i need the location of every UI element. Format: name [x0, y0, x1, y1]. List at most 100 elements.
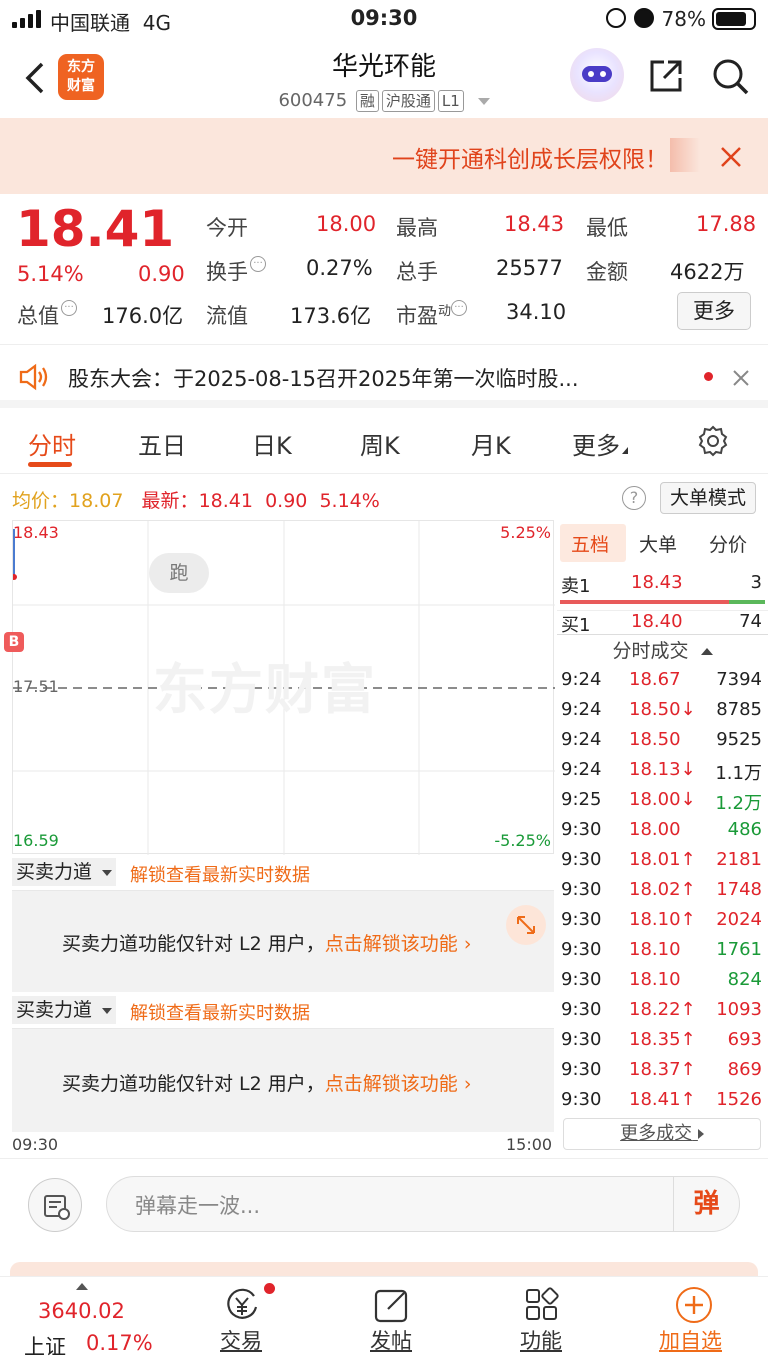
caret-up-icon [700, 648, 713, 655]
y-mid-label: 17.51 [13, 677, 59, 696]
force-unlock-link[interactable]: 解锁查看最新实时数据 [130, 999, 310, 1025]
separator [0, 1158, 768, 1159]
robot-assistant-icon[interactable] [570, 48, 624, 102]
tab-big-orders[interactable]: 大单 [639, 530, 677, 557]
force-dropdown[interactable]: 买卖力道 [12, 858, 117, 886]
pe-label[interactable]: 市盈动 ··· [396, 300, 468, 330]
tick-time: 9:24 [561, 729, 602, 750]
pct-bottom-label: -5.25% [494, 831, 551, 850]
tick-row: 9:24 18.50↓ 8785 [557, 696, 768, 726]
force-lock-box-2[interactable]: 买卖力道功能仅针对 L2 用户，点击解锁该功能 › [12, 1028, 554, 1132]
share-icon[interactable] [646, 56, 686, 96]
tick-price: 18.10 [629, 969, 681, 990]
tick-time: 9:30 [561, 999, 602, 1020]
tab-weekly-k[interactable]: 周K [360, 426, 400, 461]
turnover-label[interactable]: 换手 ··· [206, 256, 266, 286]
tick-price: 18.13↓ [629, 759, 696, 780]
grid-icon [524, 1287, 560, 1323]
tick-row: 9:30 18.22↑ 1093 [557, 996, 768, 1026]
index-widget[interactable]: 3640.02 上证 0.17% [0, 1277, 170, 1366]
tick-volume: 486 [727, 819, 762, 840]
tab-five-day[interactable]: 五日 [138, 426, 186, 461]
battery-icon [712, 8, 756, 30]
tick-volume: 869 [727, 1059, 762, 1080]
notice-text: 股东大会：于2025-08-15召开2025年第一次临时股... [68, 367, 579, 391]
more-button[interactable]: 更多 [677, 292, 751, 330]
run-bubble[interactable]: 跑 [149, 553, 209, 593]
dropdown-icon [477, 97, 490, 105]
tick-volume: 693 [727, 1029, 762, 1050]
tick-time: 9:24 [561, 759, 602, 780]
nav-functions[interactable]: 功能 [500, 1277, 584, 1366]
tick-price: 18.50↓ [629, 699, 696, 720]
mktcap-label[interactable]: 总值 ··· [17, 300, 77, 330]
speaker-icon [18, 363, 50, 391]
float-value: 173.6亿 [290, 304, 372, 328]
nav-add-watchlist[interactable]: 加自选 [650, 1277, 740, 1366]
tick-volume: 9525 [716, 729, 762, 750]
force-lock-box-1[interactable]: 买卖力道功能仅针对 L2 用户，点击解锁该功能 › [12, 890, 554, 992]
tick-time: 9:30 [561, 879, 602, 900]
close-icon[interactable] [732, 369, 750, 387]
ticks-header[interactable]: 分时成交 [557, 634, 768, 666]
force-header-2: 买卖力道 解锁查看最新实时数据 [12, 994, 554, 1028]
nav-add-watchlist-label: 加自选 [659, 1329, 722, 1353]
force-lock-link[interactable]: 点击解锁该功能 › [325, 933, 472, 955]
tick-volume: 1761 [716, 939, 762, 960]
danmaku-send-label: 弹 [693, 1189, 720, 1219]
chg-value: 0.90 [265, 490, 308, 512]
stock-code: 600475 [278, 90, 348, 111]
force-unlock-link[interactable]: 解锁查看最新实时数据 [130, 861, 310, 887]
chart-tabs: 分时 五日 日K 周K 月K 更多 [0, 410, 768, 474]
intraday-chart[interactable]: 东方财富 18.43 17.51 16.59 5.25% -5.25% 跑 [12, 520, 555, 855]
tab-monthly-k[interactable]: 月K [471, 426, 511, 461]
bottom-nav: 3640.02 上证 0.17% 交易 发帖 功能 加自选 [0, 1276, 768, 1366]
float-label: 流值 [206, 304, 248, 328]
volume-value: 25577 [496, 256, 563, 280]
triangle-icon [622, 447, 628, 454]
info-icon: ··· [451, 300, 468, 316]
force-lock-message: 买卖力道功能仅针对 L2 用户，点击解锁该功能 › [62, 1073, 472, 1095]
more-ticks-button[interactable]: 更多成交 [563, 1118, 761, 1150]
settings-icon[interactable] [696, 424, 730, 458]
tick-volume: 1748 [716, 879, 762, 900]
lock-rotation-icon [606, 8, 626, 28]
promo-banner[interactable]: 一键开通科创成长层权限！ [0, 118, 768, 194]
tab-intraday[interactable]: 分时 [28, 426, 76, 461]
index-pct: 0.17% [86, 1331, 153, 1355]
avg-label: 均价： [12, 490, 70, 512]
nav-trade[interactable]: 交易 [200, 1277, 284, 1366]
force-lock-link[interactable]: 点击解锁该功能 › [325, 1073, 472, 1095]
tab-more[interactable]: 更多 [572, 426, 628, 461]
mktcap-value: 176.0亿 [102, 304, 184, 328]
low-label: 最低 [586, 216, 628, 240]
force-dropdown[interactable]: 买卖力道 [12, 996, 117, 1024]
nav-post[interactable]: 发帖 [350, 1277, 434, 1366]
tab-daily-k[interactable]: 日K [252, 426, 292, 461]
tick-volume: 1.2万 [715, 793, 762, 814]
sell1-price: 18.43 [631, 572, 683, 593]
buy-marker[interactable]: B [4, 632, 24, 652]
avg-value: 18.07 [69, 490, 124, 512]
tick-price: 18.50 [629, 729, 681, 750]
help-icon[interactable]: ? [622, 486, 646, 510]
expand-icon[interactable] [506, 905, 546, 945]
danmaku-send-button[interactable]: 弹 [673, 1177, 739, 1231]
notice-bar[interactable]: 股东大会：于2025-08-15召开2025年第一次临时股... [0, 344, 768, 408]
tick-price: 18.01↑ [629, 849, 696, 870]
tick-time: 9:24 [561, 669, 602, 690]
tab-price-dist[interactable]: 分价 [709, 530, 747, 557]
big-order-mode-button[interactable]: 大单模式 [660, 482, 756, 514]
compose-icon [372, 1287, 412, 1323]
turnover-value: 0.27% [306, 256, 373, 280]
tick-row: 9:30 18.00 486 [557, 816, 768, 846]
comment-list-icon[interactable] [28, 1178, 82, 1232]
close-icon[interactable] [718, 144, 744, 170]
tab-five-levels[interactable]: 五档 [571, 530, 609, 557]
danmaku-input[interactable]: 弹幕走一波... 弹 [106, 1176, 740, 1232]
tick-price: 18.41↑ [629, 1089, 696, 1110]
chart-info: 均价：18.07 最新：18.41 0.90 5.14% [12, 486, 380, 513]
open-label: 今开 [206, 216, 248, 240]
buy1-price: 18.40 [631, 611, 683, 632]
search-icon[interactable] [710, 56, 750, 96]
